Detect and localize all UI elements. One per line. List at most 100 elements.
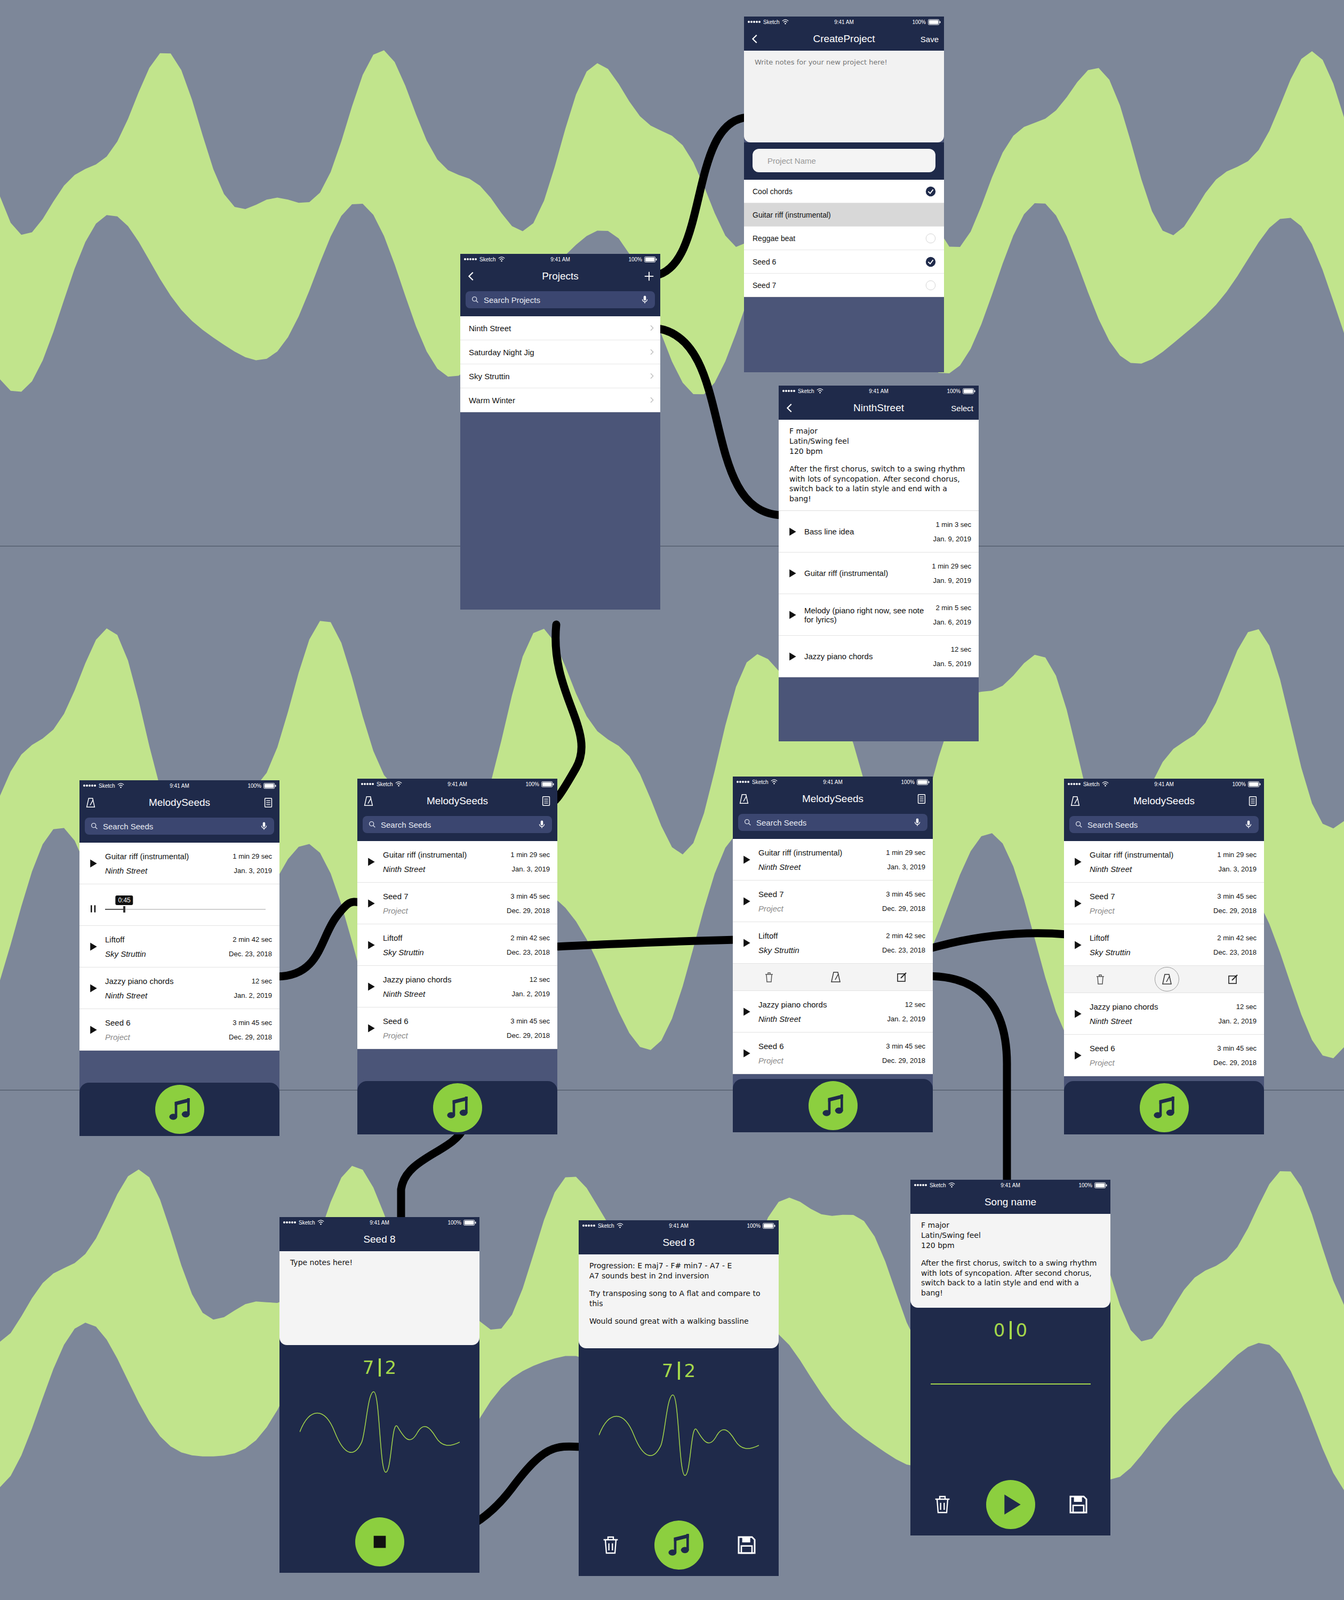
search-field[interactable]: Search Seeds: [362, 816, 552, 834]
project-notes[interactable]: F major Latin/Swing feel 120 bpmAfter th…: [778, 419, 979, 511]
play-icon[interactable]: [787, 568, 798, 579]
play-icon[interactable]: [365, 939, 377, 951]
record-button[interactable]: [1139, 1083, 1189, 1133]
back-icon[interactable]: [749, 33, 762, 45]
seed-row[interactable]: Guitar riff (instrumental)Ninth Street1 …: [1064, 841, 1264, 883]
play-icon[interactable]: [1072, 898, 1084, 909]
microphone-icon[interactable]: [1243, 819, 1254, 830]
play-icon[interactable]: [1072, 939, 1084, 951]
seed-select-row[interactable]: Guitar riff (instrumental): [744, 203, 944, 227]
play-icon[interactable]: [787, 526, 798, 538]
save-icon[interactable]: [1067, 1493, 1090, 1516]
seed-select-row[interactable]: Cool chords: [744, 179, 944, 204]
seed-row[interactable]: Seed 6Project3 min 45 secDec. 29, 2018: [357, 1007, 558, 1050]
metronome-icon[interactable]: [362, 795, 375, 807]
seed-row[interactable]: Seed 7Project3 min 45 secDec. 29, 2018: [1064, 882, 1264, 925]
seed-select-row[interactable]: Seed 6: [744, 250, 944, 274]
play-icon[interactable]: [787, 609, 798, 621]
seed-row[interactable]: Seed 6Project3 min 45 secDec. 29, 2018: [79, 1009, 280, 1051]
play-icon[interactable]: [1072, 1050, 1084, 1061]
seed-row[interactable]: Seed 6Project3 min 45 secDec. 29, 2018: [732, 1032, 933, 1075]
play-icon[interactable]: [741, 854, 752, 866]
microphone-icon[interactable]: [259, 821, 269, 831]
seed-row[interactable]: Guitar riff (instrumental)Ninth Street1 …: [79, 842, 280, 885]
pause-icon[interactable]: [88, 903, 99, 915]
notes-field[interactable]: Write notes for your new project here!: [744, 50, 944, 143]
seed-row[interactable]: Jazzy piano chordsNinth Street12 secJan.…: [79, 967, 280, 1010]
record-button[interactable]: [654, 1520, 704, 1570]
record-button[interactable]: [155, 1084, 205, 1134]
track-row[interactable]: Bass line idea1 min 3 secJan. 9, 2019: [778, 510, 979, 553]
checked-icon[interactable]: [924, 256, 937, 268]
play-icon[interactable]: [741, 1006, 752, 1018]
plus-icon[interactable]: [643, 270, 655, 283]
metronome-button[interactable]: [1154, 966, 1180, 992]
play-icon[interactable]: [88, 941, 99, 952]
save-icon[interactable]: [736, 1534, 758, 1556]
project-name-field[interactable]: Project Name: [752, 148, 936, 173]
project-row[interactable]: Ninth Street: [460, 316, 661, 341]
notebook-icon[interactable]: [1246, 795, 1259, 807]
play-icon[interactable]: [365, 856, 377, 868]
notes-field[interactable]: F major Latin/Swing feel 120 bpmAfter th…: [910, 1213, 1111, 1308]
play-icon[interactable]: [88, 982, 99, 994]
search-field[interactable]: Search Projects: [465, 291, 655, 309]
seed-row[interactable]: Seed 7Project3 min 45 secDec. 29, 2018: [357, 882, 558, 925]
play-icon[interactable]: [365, 1022, 377, 1034]
metronome-icon[interactable]: [1069, 795, 1082, 807]
metronome-button[interactable]: [824, 965, 848, 989]
edit-icon[interactable]: [1226, 972, 1240, 986]
seed-select-row[interactable]: Reggae beat: [744, 226, 944, 251]
stop-button[interactable]: [355, 1517, 405, 1567]
seed-row[interactable]: LiftoffSky Struttin2 min 42 secDec. 23, …: [79, 925, 280, 968]
seed-row[interactable]: Seed 7Project3 min 45 secDec. 29, 2018: [732, 880, 933, 923]
seed-row[interactable]: Jazzy piano chordsNinth Street12 secJan.…: [1064, 993, 1264, 1035]
microphone-icon[interactable]: [640, 294, 650, 305]
seed-select-row[interactable]: Seed 7: [744, 273, 944, 298]
notes-field[interactable]: Type notes here!: [279, 1251, 480, 1346]
seed-row[interactable]: LiftoffSky Struttin2 min 42 secDec. 23, …: [1064, 924, 1264, 966]
project-row[interactable]: Saturday Night Jig: [460, 340, 661, 365]
track-row[interactable]: Guitar riff (instrumental)1 min 29 secJa…: [778, 552, 979, 595]
seed-row[interactable]: Seed 6Project3 min 45 secDec. 29, 2018: [1064, 1034, 1264, 1077]
seed-row[interactable]: Guitar riff (instrumental)Ninth Street1 …: [357, 841, 558, 883]
seed-row[interactable]: Guitar riff (instrumental)Ninth Street1 …: [732, 838, 933, 881]
progress-slider[interactable]: 0:45: [105, 904, 266, 914]
project-row[interactable]: Warm Winter: [460, 388, 661, 413]
play-icon[interactable]: [741, 937, 752, 949]
search-field[interactable]: Search Seeds: [84, 817, 275, 835]
seed-row[interactable]: Jazzy piano chordsNinth Street12 secJan.…: [732, 990, 933, 1033]
track-row[interactable]: Melody (piano right now, see note for ly…: [778, 594, 979, 636]
metronome-icon[interactable]: [738, 793, 750, 805]
play-icon[interactable]: [787, 651, 798, 662]
checked-icon[interactable]: [924, 185, 937, 198]
seed-row[interactable]: LiftoffSky Struttin2 min 42 secDec. 23, …: [732, 922, 933, 964]
play-icon[interactable]: [1072, 856, 1084, 868]
back-icon[interactable]: [784, 402, 796, 414]
notebook-icon[interactable]: [540, 795, 552, 807]
notes-field[interactable]: Progression: E maj7 - F# min7 - A7 - E A…: [578, 1254, 779, 1349]
record-button[interactable]: [433, 1083, 483, 1133]
play-icon[interactable]: [741, 1048, 752, 1059]
microphone-icon[interactable]: [537, 819, 547, 830]
play-icon[interactable]: [1072, 1008, 1084, 1020]
play-icon[interactable]: [741, 896, 752, 907]
metronome-icon[interactable]: [84, 796, 97, 809]
play-icon[interactable]: [365, 981, 377, 992]
slider-handle[interactable]: 0:45: [123, 906, 126, 913]
unchecked-icon[interactable]: [924, 279, 937, 292]
unchecked-icon[interactable]: [924, 232, 937, 245]
trash-icon[interactable]: [762, 970, 776, 984]
play-button[interactable]: [986, 1480, 1036, 1530]
notebook-icon[interactable]: [915, 793, 928, 805]
trash-icon[interactable]: [931, 1493, 954, 1516]
track-row[interactable]: Jazzy piano chords12 secJan. 5, 2019: [778, 635, 979, 678]
trash-icon[interactable]: [1093, 972, 1107, 986]
edit-icon[interactable]: [895, 970, 909, 984]
project-row[interactable]: Sky Struttin: [460, 364, 661, 389]
play-icon[interactable]: [88, 1024, 99, 1036]
record-button[interactable]: [808, 1081, 858, 1131]
play-icon[interactable]: [88, 858, 99, 869]
notebook-icon[interactable]: [262, 796, 275, 809]
trash-icon[interactable]: [600, 1534, 622, 1556]
